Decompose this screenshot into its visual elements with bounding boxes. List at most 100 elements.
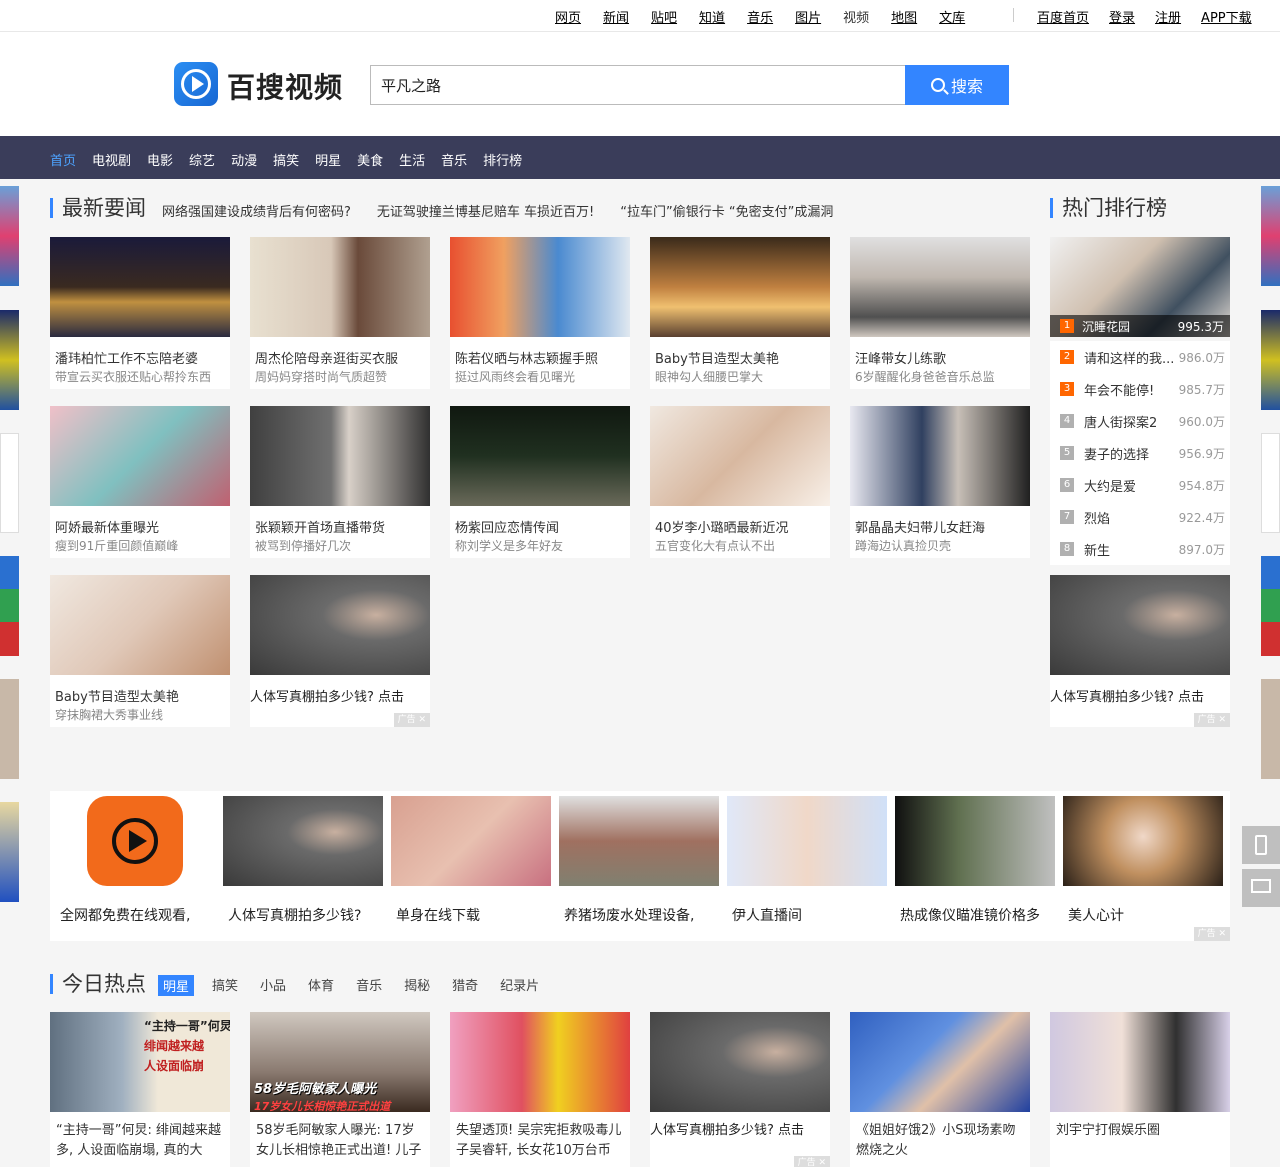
channel-tab[interactable]: 明星 bbox=[315, 150, 341, 169]
login-link[interactable]: 登录 bbox=[1109, 7, 1135, 26]
hot-tab[interactable]: 揭秘 bbox=[404, 975, 430, 996]
rank-name[interactable]: 唐人街探案2 bbox=[1084, 412, 1179, 431]
video-thumbnail[interactable] bbox=[250, 406, 430, 506]
channel-tab[interactable]: 生活 bbox=[399, 150, 425, 169]
ad-card[interactable]: 人体写真棚拍多少钱? 点击 广告 ✕ bbox=[250, 575, 430, 727]
top-nav-link[interactable]: 新闻 bbox=[603, 7, 629, 26]
video-card[interactable]: 杨紫回应恋情传闻 称刘学义是多年好友 bbox=[450, 406, 630, 558]
channel-tab[interactable]: 电视剧 bbox=[92, 150, 131, 169]
ad-item[interactable]: 伊人直播间 bbox=[727, 796, 887, 924]
top-nav-link[interactable]: 音乐 bbox=[747, 7, 773, 26]
side-ad-left[interactable] bbox=[0, 186, 19, 286]
video-card[interactable]: 40岁李小璐晒最新近况 五官变化大有点认不出 bbox=[650, 406, 830, 558]
video-title[interactable]: 阿娇最新体重曝光 bbox=[55, 517, 227, 536]
ad-item[interactable]: 养猪场废水处理设备, bbox=[559, 796, 719, 924]
ad-image[interactable] bbox=[1063, 796, 1223, 886]
ad-caption[interactable]: 人体写真棚拍多少钱? bbox=[228, 905, 388, 925]
ad-image[interactable] bbox=[391, 796, 551, 886]
rank-name[interactable]: 年会不能停! bbox=[1084, 380, 1179, 399]
side-ad-left[interactable] bbox=[0, 802, 19, 902]
video-card[interactable]: Baby节目造型太美艳 眼神勾人细腰巴掌大 bbox=[650, 237, 830, 389]
side-ad-right[interactable] bbox=[1261, 433, 1280, 533]
hot-card[interactable]: 刘宇宁打假娱乐圈 bbox=[1050, 1012, 1230, 1167]
rank-row[interactable]: 5 妻子的选择 956.9万 bbox=[1050, 437, 1230, 469]
rank-name[interactable]: 沉睡花园 bbox=[1082, 318, 1130, 335]
ad-thumbnail[interactable] bbox=[250, 575, 430, 675]
hot-thumbnail[interactable]: 58岁毛阿敏家人曝光 17岁女儿长相惊艳正式出道 bbox=[250, 1012, 430, 1112]
channel-tab[interactable]: 电影 bbox=[147, 150, 173, 169]
rank-row[interactable]: 8 新生 897.0万 bbox=[1050, 533, 1230, 565]
side-ad-left[interactable] bbox=[0, 310, 19, 410]
side-ad-left[interactable] bbox=[0, 433, 19, 533]
headline-link[interactable]: 无证驾驶撞兰博基尼赔车 车损近百万! bbox=[377, 201, 594, 220]
video-card[interactable]: 周杰伦陪母亲逛街买衣服 周妈妈穿搭时尚气质超赞 bbox=[250, 237, 430, 389]
rank-name[interactable]: 新生 bbox=[1084, 540, 1179, 559]
ad-card[interactable]: 人体写真棚拍多少钱? 点击 广告 ✕ bbox=[650, 1012, 830, 1167]
video-thumbnail[interactable] bbox=[850, 237, 1030, 337]
channel-tab[interactable]: 美食 bbox=[357, 150, 383, 169]
headline-link[interactable]: 网络强国建设成绩背后有何密码? bbox=[162, 201, 351, 220]
rank-name[interactable]: 烈焰 bbox=[1084, 508, 1179, 527]
video-thumbnail[interactable] bbox=[250, 237, 430, 337]
hot-tab[interactable]: 小品 bbox=[260, 975, 286, 996]
ad-image[interactable] bbox=[223, 796, 383, 886]
rank-row[interactable]: 7 烈焰 922.4万 bbox=[1050, 501, 1230, 533]
hot-tab[interactable]: 猎奇 bbox=[452, 975, 478, 996]
feedback-icon[interactable] bbox=[1242, 869, 1280, 907]
hot-tab[interactable]: 明星 bbox=[158, 975, 195, 996]
ad-card[interactable]: 人体写真棚拍多少钱? 点击 广告 ✕ bbox=[1050, 575, 1230, 727]
top-nav-link[interactable]: 贴吧 bbox=[651, 7, 677, 26]
ad-title[interactable]: 人体写真棚拍多少钱? 点击 bbox=[650, 1121, 820, 1141]
search-button[interactable]: 搜索 bbox=[905, 65, 1009, 105]
video-thumbnail[interactable] bbox=[850, 406, 1030, 506]
baidu-home-link[interactable]: 百度首页 bbox=[1037, 7, 1089, 26]
ad-caption[interactable]: 全网都免费在线观看, bbox=[60, 905, 220, 925]
video-thumbnail[interactable] bbox=[450, 237, 630, 337]
top-nav-link[interactable]: 图片 bbox=[795, 7, 821, 26]
hot-thumbnail[interactable]: “主持一哥”何炅 绯闻越来越 人设面临崩 bbox=[50, 1012, 230, 1112]
ad-item[interactable]: 人体写真棚拍多少钱? bbox=[223, 796, 383, 924]
video-thumbnail[interactable] bbox=[650, 406, 830, 506]
video-card[interactable]: 阿娇最新体重曝光 瘦到91斤重回颜值巅峰 bbox=[50, 406, 230, 558]
video-card[interactable]: Baby节目造型太美艳 穿抹胸裙大秀事业线 bbox=[50, 575, 230, 727]
video-title[interactable]: 杨紫回应恋情传闻 bbox=[455, 517, 627, 536]
video-card[interactable]: 汪峰带女儿练歌 6岁醒醒化身爸爸音乐总监 bbox=[850, 237, 1030, 389]
ad-tag[interactable]: 广告 ✕ bbox=[1193, 713, 1230, 727]
video-card[interactable]: 潘玮柏忙工作不忘陪老婆 带宣云买衣服还贴心帮拎东西 bbox=[50, 237, 230, 389]
mobile-icon[interactable] bbox=[1242, 826, 1280, 864]
top-nav-link[interactable]: 文库 bbox=[939, 7, 965, 26]
ad-caption[interactable]: 伊人直播间 bbox=[732, 905, 892, 925]
channel-tab[interactable]: 综艺 bbox=[189, 150, 215, 169]
channel-tab[interactable]: 音乐 bbox=[441, 150, 467, 169]
ad-image[interactable] bbox=[559, 796, 719, 886]
ad-tag[interactable]: 广告 ✕ bbox=[393, 713, 430, 727]
ad-image[interactable] bbox=[895, 796, 1055, 886]
hot-thumbnail[interactable] bbox=[1050, 1012, 1230, 1112]
hot-card-text[interactable]: 刘宇宁打假娱乐圈 bbox=[1056, 1121, 1226, 1141]
ad-thumbnail[interactable] bbox=[650, 1012, 830, 1112]
video-thumbnail[interactable] bbox=[450, 406, 630, 506]
hot-card-text[interactable]: “主持一哥”何炅: 绯闻越来越多, 人设面临崩塌, 真的大 bbox=[56, 1121, 226, 1161]
video-title[interactable]: 周杰伦陪母亲逛街买衣服 bbox=[255, 348, 427, 367]
channel-tab[interactable]: 动漫 bbox=[231, 150, 257, 169]
rank-row[interactable]: 4 唐人街探案2 960.0万 bbox=[1050, 405, 1230, 437]
side-ad-right[interactable] bbox=[1261, 556, 1280, 656]
video-title[interactable]: Baby节目造型太美艳 bbox=[655, 348, 827, 367]
hot-card-text[interactable]: 58岁毛阿敏家人曝光: 17岁女儿长相惊艳正式出道! 儿子 bbox=[256, 1121, 426, 1161]
ad-caption[interactable]: 养猪场废水处理设备, bbox=[564, 905, 724, 925]
ad-item[interactable]: 全网都免费在线观看, bbox=[55, 796, 215, 924]
video-thumbnail[interactable] bbox=[50, 575, 230, 675]
video-title[interactable]: 汪峰带女儿练歌 bbox=[855, 348, 1027, 367]
register-link[interactable]: 注册 bbox=[1155, 7, 1181, 26]
logo-icon[interactable] bbox=[174, 62, 218, 106]
ad-caption[interactable]: 热成像仪瞄准镜价格多 bbox=[900, 905, 1060, 925]
top-nav-link[interactable]: 地图 bbox=[891, 7, 917, 26]
video-thumbnail[interactable] bbox=[50, 237, 230, 337]
side-ad-right[interactable] bbox=[1261, 186, 1280, 286]
video-thumbnail[interactable] bbox=[650, 237, 830, 337]
video-title[interactable]: 张颖颖开首场直播带货 bbox=[255, 517, 427, 536]
hot-tab[interactable]: 音乐 bbox=[356, 975, 382, 996]
logo-text[interactable]: 百搜视频 bbox=[227, 66, 343, 106]
side-ad-right[interactable] bbox=[1261, 310, 1280, 410]
ad-item[interactable]: 单身在线下载 bbox=[391, 796, 551, 924]
